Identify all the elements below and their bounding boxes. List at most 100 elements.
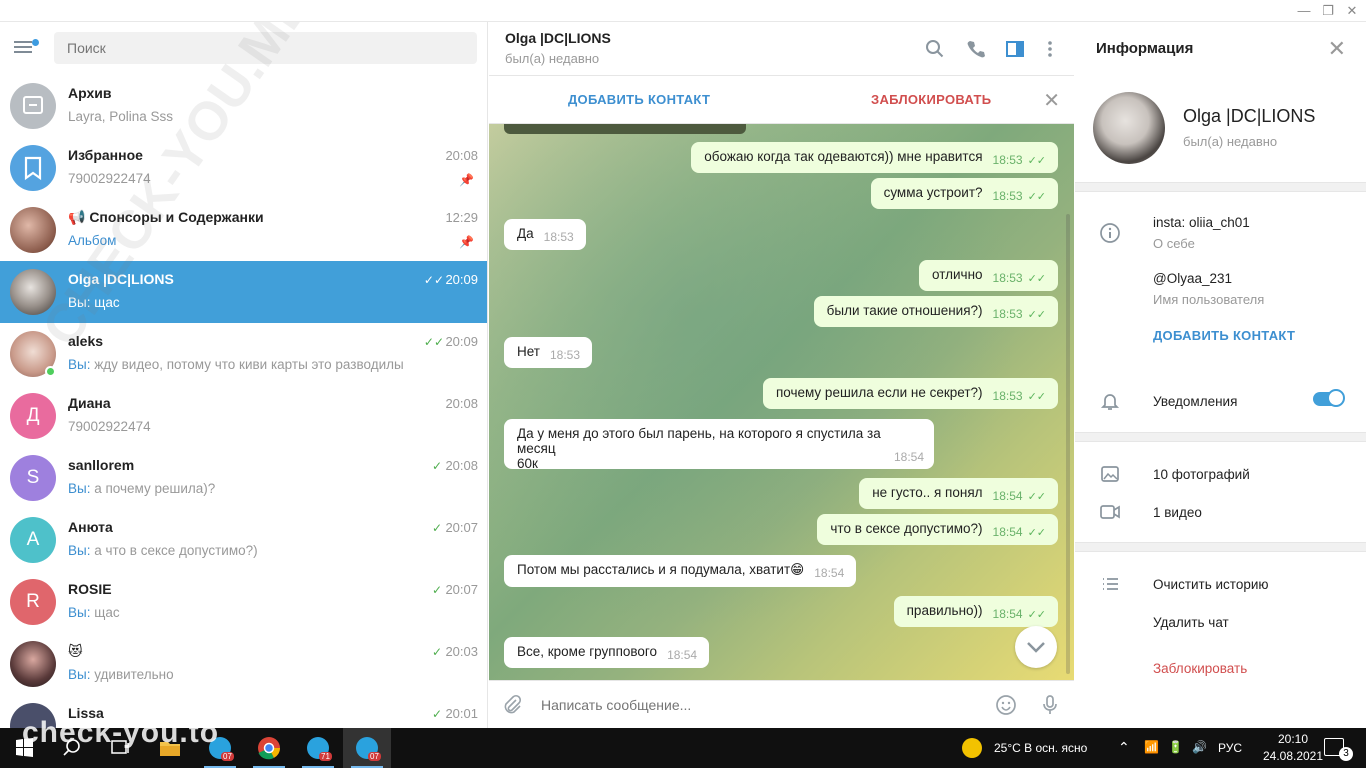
sidebar-toggle-icon[interactable] bbox=[1004, 38, 1026, 60]
message-in[interactable]: Потом мы расстались и я подумала, хватит… bbox=[504, 555, 857, 587]
chat-preview: Вы: жду видео, потому что киви карты это… bbox=[68, 357, 404, 372]
chat-item-cat[interactable]: 😻 ✓ 20:03 Вы: удивительно bbox=[0, 633, 487, 695]
chat-time: 20:07 bbox=[445, 520, 478, 535]
avatar: R bbox=[10, 579, 56, 625]
chat-time: 20:01 bbox=[445, 706, 478, 721]
chat-item-sanllorem[interactable]: S sanllorem ✓ 20:08 Вы: а почему решила)… bbox=[0, 447, 487, 509]
message-in[interactable]: Да 18:53 bbox=[504, 219, 586, 250]
clock-date[interactable]: 24.08.2021 bbox=[1262, 749, 1324, 763]
weather-text[interactable]: 25°C В осн. ясно bbox=[994, 741, 1087, 755]
message-out[interactable]: обожаю когда так одеваются)) мне нравитс… bbox=[691, 142, 1058, 173]
close-icon[interactable]: ✕ bbox=[1328, 36, 1346, 62]
message-input[interactable] bbox=[541, 695, 981, 715]
chat-time: 20:09 bbox=[445, 334, 478, 349]
battery-icon[interactable]: 🔋 bbox=[1168, 740, 1183, 754]
archive-icon bbox=[10, 83, 56, 129]
chat-name: Избранное bbox=[68, 147, 143, 163]
username-text[interactable]: @Olyaa_231 bbox=[1153, 271, 1232, 286]
notifications-label: Уведомления bbox=[1153, 394, 1238, 409]
scrollbar[interactable] bbox=[1066, 214, 1070, 674]
pin-icon: 📌 bbox=[459, 235, 474, 249]
maximize-button[interactable]: ❐ bbox=[1316, 2, 1340, 20]
video-icon bbox=[1099, 501, 1121, 523]
chat-time: 20:03 bbox=[445, 644, 478, 659]
pin-icon: 📌 bbox=[459, 173, 474, 187]
emoji-icon[interactable] bbox=[995, 694, 1017, 721]
info-icon bbox=[1099, 222, 1121, 244]
chat-preview: Layra, Polina Sss bbox=[68, 109, 174, 124]
profile-status: был(а) недавно bbox=[1183, 134, 1278, 149]
double-check-icon: ✓✓ bbox=[423, 335, 444, 349]
block-button[interactable]: ЗАБЛОКИРОВАТЬ bbox=[871, 92, 991, 107]
profile-avatar[interactable] bbox=[1093, 92, 1165, 164]
chat-item-diana[interactable]: Д Диана 20:08 79002922474 bbox=[0, 385, 487, 447]
check-icon: ✓ bbox=[431, 645, 442, 659]
message-out[interactable]: были такие отношения?) 18:53 ✓✓ bbox=[813, 296, 1058, 327]
window-titlebar: — ❐ ✕ bbox=[0, 0, 1366, 22]
avatar bbox=[10, 641, 56, 687]
message-in[interactable]: Все, кроме группового 18:54 bbox=[504, 637, 710, 668]
photo-message[interactable] bbox=[504, 124, 746, 134]
check-icon: ✓ bbox=[431, 521, 442, 535]
message-out[interactable]: отлично 18:53 ✓✓ bbox=[919, 260, 1058, 291]
message-out[interactable]: не густо.. я понял 18:54 ✓✓ bbox=[859, 478, 1058, 509]
message-out[interactable]: что в сексе допустимо?) 18:54 ✓✓ bbox=[817, 514, 1058, 545]
microphone-icon[interactable] bbox=[1039, 694, 1061, 721]
message-in[interactable]: Да у меня до этого был парень, на которо… bbox=[504, 419, 934, 471]
chat-item-rosie[interactable]: R ROSIE ✓ 20:07 Вы: щас bbox=[0, 571, 487, 633]
search-icon[interactable] bbox=[924, 38, 946, 60]
message-out[interactable]: сумма устроит? 18:53 ✓✓ bbox=[870, 178, 1058, 209]
bell-icon bbox=[1099, 390, 1121, 412]
close-icon[interactable]: ✕ bbox=[1043, 88, 1060, 113]
close-window-button[interactable]: ✕ bbox=[1340, 2, 1364, 20]
add-contact-button[interactable]: ДОБАВИТЬ КОНТАКТ bbox=[568, 92, 710, 107]
chat-item-saved[interactable]: Избранное 20:08 79002922474 📌 bbox=[0, 137, 487, 199]
compose-bar bbox=[489, 680, 1074, 728]
block-user-button[interactable]: Заблокировать bbox=[1153, 661, 1247, 676]
chat-item-sponsors[interactable]: 📢 Спонсоры и Содержанки 12:29 Альбом 📌 bbox=[0, 199, 487, 261]
chrome-button[interactable] bbox=[245, 728, 293, 768]
bio-text[interactable]: insta: oliia_ch01 bbox=[1153, 215, 1250, 230]
clear-history-button[interactable]: Очистить историю bbox=[1153, 577, 1269, 592]
clock-time[interactable]: 20:10 bbox=[1266, 732, 1320, 746]
chat-time: 20:08 bbox=[445, 458, 478, 473]
notifications-toggle[interactable] bbox=[1313, 389, 1345, 407]
check-icon: ✓ bbox=[431, 583, 442, 597]
watermark-text: check-you.to bbox=[22, 716, 220, 749]
chat-name: 😻 bbox=[68, 643, 83, 659]
chat-preview: Вы: удивительно bbox=[68, 667, 174, 682]
more-icon[interactable] bbox=[1042, 38, 1064, 60]
chat-name: Архив bbox=[68, 85, 112, 101]
chat-name: ROSIE bbox=[68, 581, 112, 597]
chat-item-anyuta[interactable]: А Анюта ✓ 20:07 Вы: а что в сексе допуст… bbox=[0, 509, 487, 571]
minimize-button[interactable]: — bbox=[1292, 2, 1316, 20]
chat-header: Olga |DC|LIONS был(а) недавно bbox=[489, 22, 1074, 76]
add-contact-link[interactable]: ДОБАВИТЬ КОНТАКТ bbox=[1153, 328, 1295, 343]
double-check-icon: ✓✓ bbox=[423, 273, 444, 287]
contact-action-bar: ДОБАВИТЬ КОНТАКТ ЗАБЛОКИРОВАТЬ ✕ bbox=[489, 76, 1074, 124]
online-indicator bbox=[45, 366, 56, 377]
chat-time: 20:07 bbox=[445, 582, 478, 597]
network-icon[interactable]: 📶 bbox=[1144, 740, 1159, 754]
attach-icon[interactable] bbox=[501, 694, 523, 721]
scroll-down-button[interactable] bbox=[1015, 626, 1057, 668]
chat-name: Анюта bbox=[68, 519, 113, 535]
message-in[interactable]: Нет 18:53 bbox=[504, 337, 593, 368]
message-area[interactable]: обожаю когда так одеваются)) мне нравитс… bbox=[489, 124, 1074, 680]
weather-icon bbox=[962, 738, 982, 758]
photos-link[interactable]: 10 фотографий bbox=[1153, 467, 1250, 482]
videos-link[interactable]: 1 видео bbox=[1153, 505, 1202, 520]
chat-preview: Вы: а почему решила)? bbox=[68, 481, 216, 496]
username-label: Имя пользователя bbox=[1153, 292, 1265, 307]
chevron-up-icon[interactable]: ⌃ bbox=[1118, 739, 1130, 756]
message-out[interactable]: почему решила если не секрет?) 18:53 ✓✓ bbox=[762, 378, 1058, 409]
telegram-app-2[interactable]: 71 bbox=[294, 728, 342, 768]
chrome-icon bbox=[258, 737, 280, 760]
chat-title[interactable]: Olga |DC|LIONS bbox=[505, 30, 611, 46]
telegram-app-3[interactable]: 07 bbox=[343, 728, 391, 768]
volume-icon[interactable]: 🔊 bbox=[1192, 740, 1207, 754]
message-out[interactable]: правильно)) 18:54 ✓✓ bbox=[893, 596, 1058, 627]
language-indicator[interactable]: РУС bbox=[1218, 741, 1242, 755]
phone-icon[interactable] bbox=[965, 38, 987, 60]
delete-chat-button[interactable]: Удалить чат bbox=[1153, 615, 1229, 630]
